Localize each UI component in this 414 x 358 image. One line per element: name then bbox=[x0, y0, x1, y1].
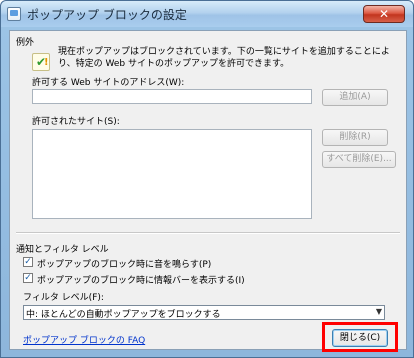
filter-level-label: フィルタ レベル(F): bbox=[23, 293, 104, 303]
popup-blocker-settings-window: ポップアップ ブロックの設定 ✕ 例外 現在ポップアップはブロックされています。… bbox=[0, 0, 414, 358]
window-title: ポップアップ ブロックの設定 bbox=[27, 8, 187, 22]
allowed-sites-list[interactable] bbox=[32, 129, 312, 219]
section-divider bbox=[16, 232, 400, 234]
filter-level-select[interactable]: 中: ほとんどの自動ポップアップをブロックする ▼ bbox=[23, 305, 385, 320]
checkmark-icon: ✓ bbox=[24, 257, 32, 267]
infobar-checkbox[interactable]: ✓ bbox=[23, 273, 33, 283]
infobar-checkbox-label: ポップアップのブロック時に情報バーを表示する(I) bbox=[37, 276, 245, 286]
website-address-input[interactable] bbox=[32, 89, 312, 104]
faq-link[interactable]: ポップアップ ブロックの FAQ bbox=[23, 333, 145, 346]
filter-level-value: 中: ほとんどの自動ポップアップをブロックする bbox=[26, 310, 221, 320]
address-label: 許可する Web サイトのアドレス(W): bbox=[32, 78, 185, 88]
add-button[interactable]: 追加(A) bbox=[322, 89, 388, 106]
title-bar: ポップアップ ブロックの設定 ✕ bbox=[1, 1, 413, 27]
exceptions-description: 現在ポップアップはブロックされています。下の一覧にサイトを追加することにより、特… bbox=[58, 47, 390, 69]
notifications-group-label: 通知とフィルタ レベル bbox=[16, 245, 109, 255]
remove-all-button[interactable]: すべて削除(E)... bbox=[322, 151, 396, 168]
popup-blocker-icon bbox=[7, 7, 21, 21]
window-close-button[interactable]: ✕ bbox=[363, 5, 405, 23]
sound-checkbox-label: ポップアップのブロック時に音を鳴らす(P) bbox=[37, 260, 212, 270]
allowed-sites-label: 許可されたサイト(S): bbox=[32, 117, 120, 127]
checkmark-icon: ✓ bbox=[24, 273, 32, 283]
exceptions-group-label: 例外 bbox=[16, 38, 35, 48]
info-check-icon bbox=[32, 53, 50, 71]
close-icon: ✕ bbox=[378, 7, 390, 21]
remove-button[interactable]: 削除(R) bbox=[322, 129, 388, 146]
close-button-highlight bbox=[322, 322, 398, 352]
dialog-body: 例外 現在ポップアップはブロックされています。下の一覧にサイトを追加することによ… bbox=[9, 30, 407, 352]
sound-checkbox[interactable]: ✓ bbox=[23, 257, 33, 267]
dropdown-arrow-icon: ▼ bbox=[375, 307, 382, 316]
